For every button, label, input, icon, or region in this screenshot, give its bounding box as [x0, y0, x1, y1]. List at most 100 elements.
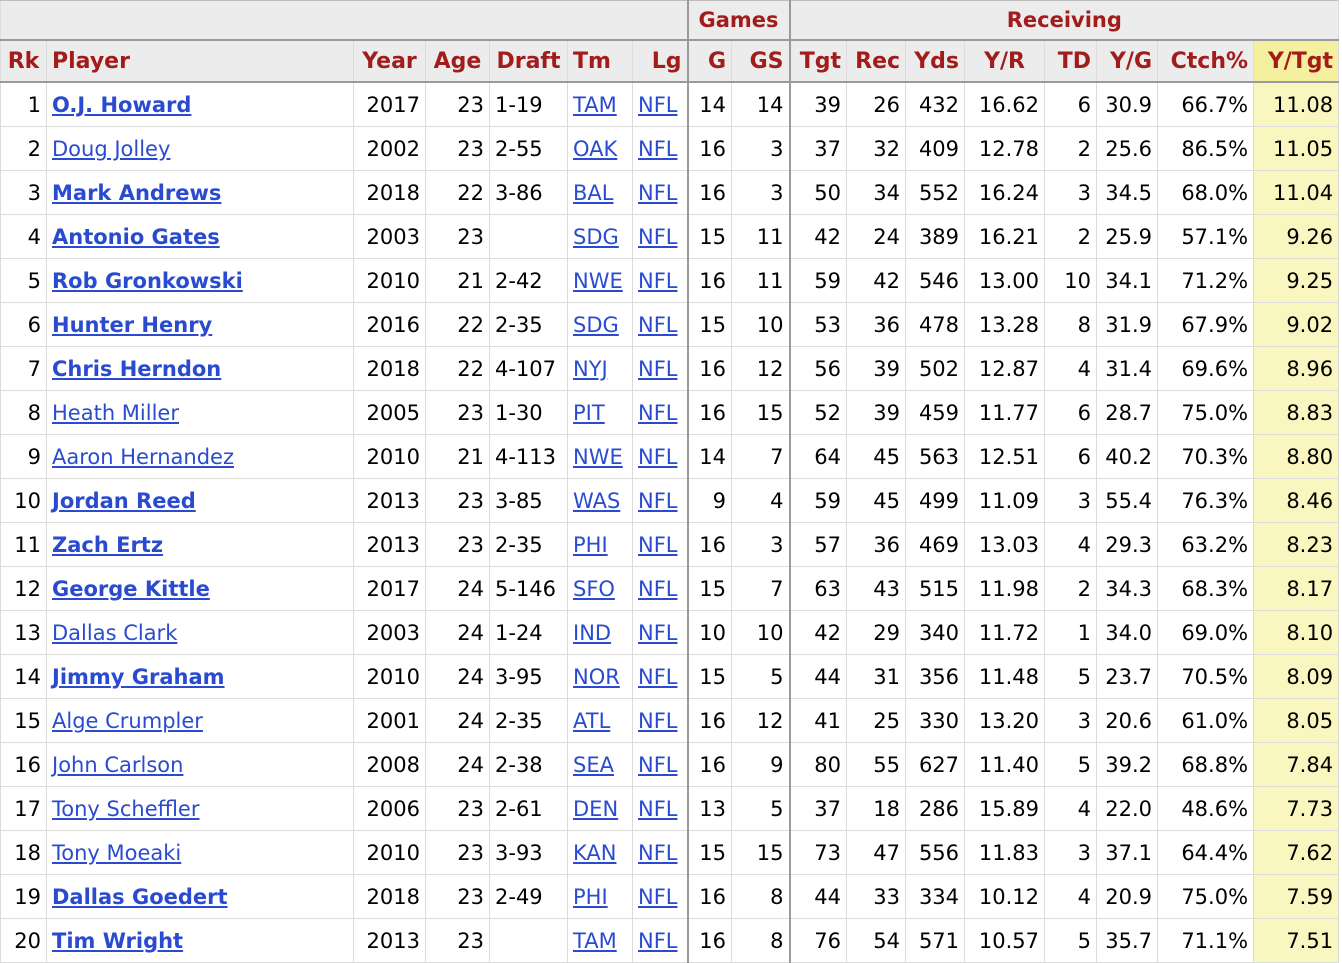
player-link[interactable]: O.J. Howard — [52, 93, 191, 117]
league-link[interactable]: NFL — [638, 577, 678, 601]
cell-ctch: 86.5% — [1157, 126, 1255, 171]
player-link[interactable]: Mark Andrews — [52, 181, 221, 205]
league-link[interactable]: NFL — [638, 445, 678, 469]
col-header-tm[interactable]: Tm — [567, 39, 633, 83]
player-link[interactable]: Antonio Gates — [52, 225, 220, 249]
league-link[interactable]: NFL — [638, 93, 678, 117]
team-link[interactable]: WAS — [573, 489, 620, 513]
league-link[interactable]: NFL — [638, 181, 678, 205]
player-link[interactable]: Hunter Henry — [52, 313, 212, 337]
player-link[interactable]: Jimmy Graham — [52, 665, 225, 689]
player-link[interactable]: Dallas Clark — [52, 621, 177, 645]
team-link[interactable]: NWE — [573, 445, 623, 469]
league-link[interactable]: NFL — [638, 225, 678, 249]
league-link[interactable]: NFL — [638, 621, 678, 645]
cell-gs: 14 — [731, 81, 791, 127]
player-link[interactable]: Tim Wright — [52, 929, 183, 953]
league-link[interactable]: NFL — [638, 137, 678, 161]
cell-ctch: 64.4% — [1157, 830, 1255, 875]
league-link[interactable]: NFL — [638, 313, 678, 337]
player-link[interactable]: Aaron Hernandez — [52, 445, 234, 469]
team-link[interactable]: PHI — [573, 885, 608, 909]
player-link[interactable]: John Carlson — [52, 753, 183, 777]
league-link[interactable]: NFL — [638, 269, 678, 293]
cell-year: 2001 — [353, 698, 426, 743]
col-header-age[interactable]: Age — [425, 39, 490, 83]
cell-rec: 29 — [846, 610, 907, 655]
col-header-td[interactable]: TD — [1044, 39, 1098, 83]
team-link[interactable]: TAM — [573, 929, 617, 953]
cell-rec: 43 — [846, 566, 907, 611]
col-header-g[interactable]: G — [686, 39, 733, 83]
col-header-player[interactable]: Player — [46, 39, 354, 83]
player-link[interactable]: Chris Herndon — [52, 357, 221, 381]
league-link[interactable]: NFL — [638, 533, 678, 557]
col-header-rk[interactable]: Rk — [0, 39, 47, 83]
league-link[interactable]: NFL — [638, 357, 678, 381]
player-link[interactable]: Zach Ertz — [52, 533, 163, 557]
cell-tgt: 59 — [788, 258, 848, 303]
league-link[interactable]: NFL — [638, 797, 678, 821]
cell-lg: NFL — [631, 390, 689, 435]
team-link[interactable]: NYJ — [573, 357, 608, 381]
team-link[interactable]: NOR — [573, 665, 620, 689]
cell-rk: 1 — [0, 81, 47, 127]
column-header-row[interactable]: Rk Player Year Age Draft Tm Lg G GS Tgt … — [0, 39, 1340, 83]
team-link[interactable]: ATL — [573, 709, 610, 733]
cell-player: Tony Scheffler — [46, 786, 354, 831]
player-link[interactable]: Tony Moeaki — [52, 841, 181, 865]
team-link[interactable]: SDG — [573, 313, 619, 337]
table-row: 3 Mark Andrews 2018 22 3-86 BAL NFL 16 3 50 34 552 1… — [0, 170, 1340, 215]
player-link[interactable]: Doug Jolley — [52, 137, 170, 161]
cell-tm: NWE — [567, 434, 633, 479]
team-link[interactable]: OAK — [573, 137, 617, 161]
league-link[interactable]: NFL — [638, 401, 678, 425]
cell-lg: NFL — [631, 610, 689, 655]
league-link[interactable]: NFL — [638, 709, 678, 733]
player-link[interactable]: Alge Crumpler — [52, 709, 203, 733]
team-link[interactable]: BAL — [573, 181, 613, 205]
player-link[interactable]: Jordan Reed — [52, 489, 196, 513]
col-header-year[interactable]: Year — [353, 39, 426, 83]
team-link[interactable]: SEA — [573, 753, 614, 777]
league-link[interactable]: NFL — [638, 489, 678, 513]
col-header-yds[interactable]: Yds — [905, 39, 966, 83]
team-link[interactable]: NWE — [573, 269, 623, 293]
cell-year: 2016 — [353, 302, 426, 347]
team-link[interactable]: TAM — [573, 93, 617, 117]
cell-ctch: 68.8% — [1157, 742, 1255, 787]
col-header-yg[interactable]: Y/G — [1096, 39, 1159, 83]
cell-year: 2003 — [353, 610, 426, 655]
league-link[interactable]: NFL — [638, 929, 678, 953]
team-link[interactable]: PHI — [573, 533, 608, 557]
cell-rec: 45 — [846, 434, 907, 479]
player-link[interactable]: Heath Miller — [52, 401, 179, 425]
col-header-ctch[interactable]: Ctch% — [1157, 39, 1255, 83]
col-header-lg[interactable]: Lg — [631, 39, 689, 83]
col-header-gs[interactable]: GS — [731, 39, 791, 83]
league-link[interactable]: NFL — [638, 885, 678, 909]
player-link[interactable]: Rob Gronkowski — [52, 269, 243, 293]
team-link[interactable]: DEN — [573, 797, 618, 821]
team-link[interactable]: SFO — [573, 577, 615, 601]
cell-draft: 1-19 — [489, 81, 568, 127]
player-link[interactable]: Dallas Goedert — [52, 885, 228, 909]
player-link[interactable]: Tony Scheffler — [52, 797, 199, 821]
table-row: 1 O.J. Howard 2017 23 1-19 TAM NFL 14 14 39 26 432 1… — [0, 81, 1340, 127]
cell-player: John Carlson — [46, 742, 354, 787]
team-link[interactable]: KAN — [573, 841, 616, 865]
col-header-rec[interactable]: Rec — [846, 39, 907, 83]
league-link[interactable]: NFL — [638, 665, 678, 689]
team-link[interactable]: PIT — [573, 401, 605, 425]
col-header-yr[interactable]: Y/R — [964, 39, 1046, 83]
player-link[interactable]: George Kittle — [52, 577, 210, 601]
team-link[interactable]: IND — [573, 621, 611, 645]
col-header-ytgt[interactable]: Y/Tgt — [1253, 39, 1340, 83]
league-link[interactable]: NFL — [638, 753, 678, 777]
col-header-draft[interactable]: Draft — [489, 39, 568, 83]
team-link[interactable]: SDG — [573, 225, 619, 249]
cell-lg: NFL — [631, 698, 689, 743]
col-header-tgt[interactable]: Tgt — [788, 39, 848, 83]
table-row: 2 Doug Jolley 2002 23 2-55 OAK NFL 16 3 37 32 409 12… — [0, 126, 1340, 171]
league-link[interactable]: NFL — [638, 841, 678, 865]
